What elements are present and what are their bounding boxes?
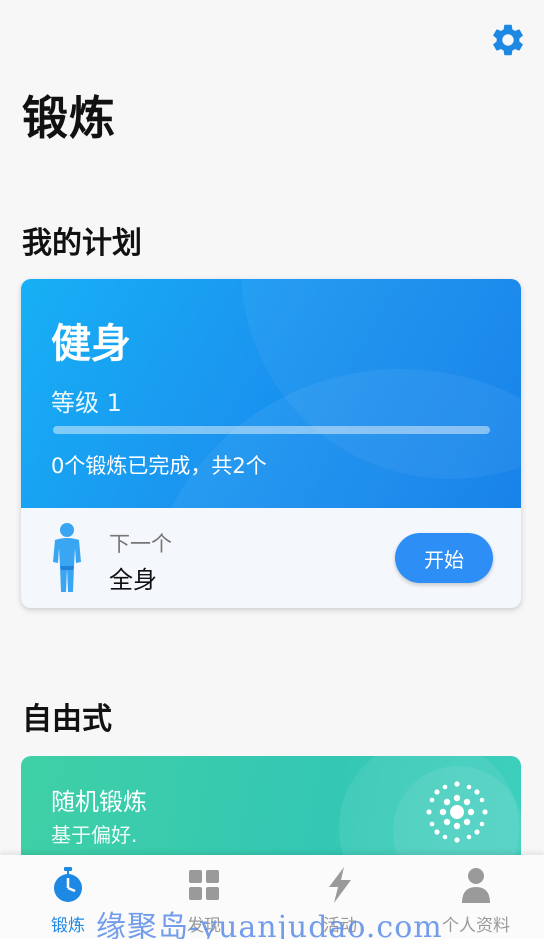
person-figure-icon (49, 522, 85, 598)
nav-label: 锻炼 (51, 916, 85, 936)
next-workout-label: 下一个 (109, 532, 172, 556)
nav-label: 个人资料 (442, 916, 510, 936)
random-workout-title: 随机锻炼 (51, 788, 147, 816)
settings-button[interactable] (486, 20, 530, 64)
plan-level: 等级 1 (51, 389, 122, 417)
plan-name: 健身 (51, 321, 131, 367)
random-dots-icon (421, 776, 493, 852)
my-plan-section-title: 我的计划 (22, 226, 142, 261)
next-workout-name: 全身 (109, 566, 157, 594)
plan-completed-count: 0个锻炼已完成，共2个 (51, 454, 267, 478)
plan-progress-bar (53, 426, 490, 434)
stopwatch-icon (48, 865, 88, 909)
freestyle-section-title: 自由式 (22, 702, 112, 737)
person-icon (456, 865, 496, 909)
plan-card-header: 健身 等级 1 0个锻炼已完成，共2个 (21, 279, 521, 508)
watermark: 缘聚岛-yuanjudao.com (96, 910, 443, 939)
plan-card[interactable]: 健身 等级 1 0个锻炼已完成，共2个 下一个 全身 开始 (21, 279, 521, 608)
plan-card-footer: 下一个 全身 开始 (21, 508, 521, 608)
random-workout-subtitle: 基于偏好. (51, 823, 138, 847)
start-button[interactable]: 开始 (395, 533, 493, 583)
page-title: 锻炼 (22, 91, 116, 145)
gear-icon (489, 21, 527, 63)
